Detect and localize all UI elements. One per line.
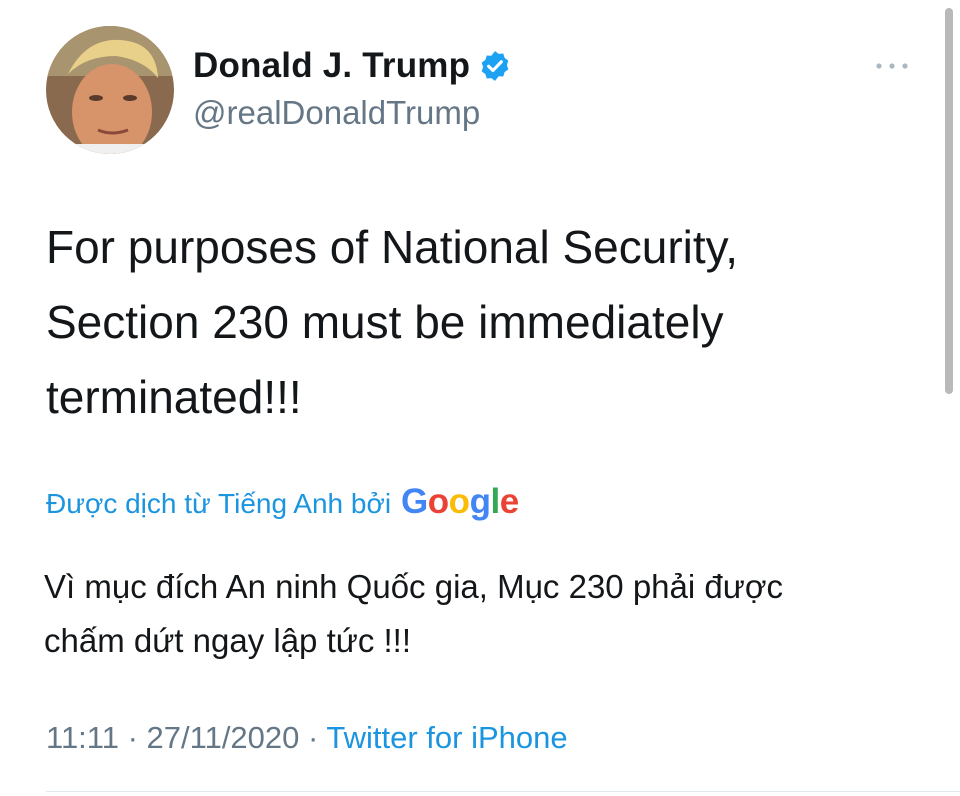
meta-separator: · [118,720,147,755]
translated-by-link[interactable]: Được dịch từ Tiếng Anh bởi Google [46,482,519,522]
avatar-image [46,26,174,154]
tweet-card: Donald J. Trump @realDonaldTrump For pur… [0,0,960,796]
translated-text: Vì mục đích An ninh Quốc gia, Mục 230 ph… [44,560,924,668]
translated-by-label: Được dịch từ Tiếng Anh bởi [46,488,392,519]
translated-text-line: chấm dứt ngay lập tức !!! [44,622,412,659]
tweet-text: For purposes of National Security, Secti… [46,210,846,435]
translated-text-line: Vì mục đích An ninh Quốc gia, Mục 230 ph… [44,568,783,605]
user-handle[interactable]: @realDonaldTrump [193,94,480,132]
tweet-meta: 11:11 · 27/11/2020 · Twitter for iPhone [46,720,568,756]
avatar[interactable] [46,26,174,154]
tweet-text-line: terminated!!! [46,371,302,423]
display-name-text: Donald J. Trump [193,46,471,85]
google-logo: Google [401,482,519,521]
tweet-text-line: Section 230 must be immediately [46,296,724,348]
tweet-source-link[interactable]: Twitter for iPhone [326,720,567,755]
meta-separator: · [299,720,327,755]
tweet-text-line: For purposes of National Security, [46,221,739,273]
tweet-time[interactable]: 11:11 [46,720,119,755]
display-name[interactable]: Donald J. Trump [193,46,512,86]
verified-badge-icon [478,49,512,83]
tweet-date[interactable]: 27/11/2020 [147,720,300,755]
more-options-icon[interactable] [872,46,912,86]
scrollbar[interactable] [945,8,953,394]
divider [46,791,960,792]
